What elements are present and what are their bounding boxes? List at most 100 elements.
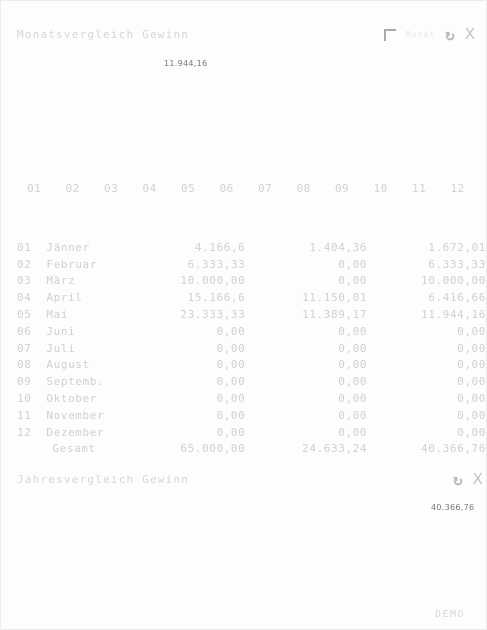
month-name: August: [46, 358, 90, 372]
difference-value: 0,00: [457, 375, 486, 389]
month-label: 11: [412, 182, 427, 195]
monthly-highlight-value: 11.944,16: [164, 59, 208, 68]
actual-value: 0,00: [338, 408, 368, 422]
month-number: 02: [17, 257, 32, 271]
table-row: 08 August 0,00 0,00 0,00: [17, 357, 486, 374]
difference-value: 0,00: [457, 358, 486, 372]
header-faint-label: Monat: [406, 30, 436, 39]
actual-value: 0,00: [338, 257, 368, 271]
difference-value: 0,00: [457, 392, 486, 406]
close-icon[interactable]: X: [465, 27, 475, 42]
total-label: Gesamt: [52, 442, 96, 456]
actual-value: 11.150,01: [302, 291, 368, 305]
refresh-icon[interactable]: ↻: [445, 27, 455, 43]
month-label: 10: [373, 182, 388, 195]
difference-value: 0,00: [457, 408, 486, 422]
month-label: 05: [181, 182, 196, 195]
planned-value: 0,00: [216, 408, 246, 422]
month-label: 03: [104, 182, 119, 195]
actual-value: 0,00: [338, 274, 368, 288]
difference-value: 10.000,00: [420, 274, 486, 288]
total-difference: 40.366,76: [420, 442, 486, 456]
planned-value: 0,00: [216, 358, 246, 372]
difference-value: 0,00: [457, 324, 486, 338]
month-label: 01: [27, 182, 42, 195]
table-row: 07 Juli 0,00 0,00 0,00: [17, 340, 486, 357]
month-label: 02: [65, 182, 80, 195]
actual-value: 0,00: [338, 392, 368, 406]
expand-icon[interactable]: [384, 28, 396, 41]
total-planned: 65.000,00: [180, 442, 246, 456]
month-number: 05: [17, 308, 32, 322]
planned-value: 4.166,6: [194, 240, 246, 254]
month-name: Jänner: [46, 240, 90, 254]
planned-value: 0,00: [216, 425, 246, 439]
actual-value: 0,00: [338, 358, 368, 372]
month-name: März: [46, 274, 76, 288]
month-name: Dezember: [46, 425, 105, 439]
month-name: Septemb.: [46, 375, 105, 389]
month-label: 07: [258, 182, 273, 195]
table-row: 06 Juni 0,00 0,00 0,00: [17, 323, 486, 340]
table-row: 03 März 10.000,00 0,00 10.000,00: [17, 273, 486, 290]
table-row: 10 Oktober 0,00 0,00 0,00: [17, 390, 486, 407]
month-label: 12: [450, 182, 465, 195]
month-number: 08: [17, 358, 32, 372]
close-icon[interactable]: X: [473, 472, 483, 487]
difference-value: 0,00: [457, 341, 486, 355]
table-row: 09 Septemb. 0,00 0,00 0,00: [17, 373, 486, 390]
difference-value: 0,00: [457, 425, 486, 439]
planned-value: 6.333,33: [187, 257, 246, 271]
dashboard-panel: Monatsvergleich Gewinn Monat ↻ X 11.944,…: [0, 0, 487, 630]
actual-value: 0,00: [338, 425, 368, 439]
table-row: 12 Dezember 0,00 0,00 0,00: [17, 424, 486, 441]
month-number: 11: [17, 408, 32, 422]
planned-value: 15.166,6: [187, 291, 246, 305]
month-name: Juli: [46, 341, 76, 355]
planned-value: 0,00: [216, 324, 246, 338]
difference-value: 6.416,66: [428, 291, 486, 305]
yearly-widget-toolbar: ↻ X: [453, 472, 483, 488]
month-label: 08: [296, 182, 311, 195]
footer-demo-label: DEMO: [435, 609, 466, 620]
month-number: 10: [17, 392, 32, 406]
difference-value: 11.944,16: [420, 308, 486, 322]
difference-value: 6.333,33: [428, 257, 486, 271]
month-number: 12: [17, 425, 32, 439]
monthly-widget-title: Monatsvergleich Gewinn: [17, 28, 190, 41]
table-row: 01 Jänner 4.166,6 1.404,36 1.672,01: [17, 239, 486, 256]
monthly-table: 01 Jänner 4.166,6 1.404,36 1.672,01 02 Februar…: [17, 239, 486, 457]
refresh-icon[interactable]: ↻: [453, 472, 463, 488]
month-label: 04: [142, 182, 157, 195]
month-name: November: [46, 408, 105, 422]
actual-value: 0,00: [338, 341, 368, 355]
actual-value: 1.404,36: [309, 240, 368, 254]
month-name: Mai: [46, 308, 69, 322]
month-label: 09: [335, 182, 350, 195]
month-number: 01: [17, 240, 32, 254]
month-number: 06: [17, 324, 32, 338]
table-row: 05 Mai 23.333,33 11.389,17 11.944,16: [17, 306, 486, 323]
total-actual: 24.633,24: [302, 442, 368, 456]
total-num-cell: [17, 441, 46, 458]
month-label: 06: [219, 182, 234, 195]
planned-value: 0,00: [216, 341, 246, 355]
yearly-widget-title: Jahresvergleich Gewinn: [17, 473, 190, 486]
month-name: April: [46, 291, 83, 305]
table-row: 04 April 15.166,6 11.150,01 6.416,66: [17, 289, 486, 306]
actual-value: 0,00: [338, 375, 368, 389]
difference-value: 1.672,01: [428, 240, 486, 254]
planned-value: 0,00: [216, 375, 246, 389]
table-total-row: Gesamt 65.000,00 24.633,24 40.366,76: [17, 441, 486, 458]
month-number: 07: [17, 341, 32, 355]
monthly-widget-toolbar: Monat ↻ X: [384, 27, 475, 43]
table-row: 02 Februar 6.333,33 0,00 6.333,33: [17, 256, 486, 273]
planned-value: 23.333,33: [180, 308, 246, 322]
month-number: 03: [17, 274, 32, 288]
month-name: Oktober: [46, 392, 97, 406]
planned-value: 0,00: [216, 392, 246, 406]
table-row: 11 November 0,00 0,00 0,00: [17, 407, 486, 424]
month-name: Februar: [46, 257, 97, 271]
month-number: 04: [17, 291, 32, 305]
planned-value: 10.000,00: [180, 274, 246, 288]
